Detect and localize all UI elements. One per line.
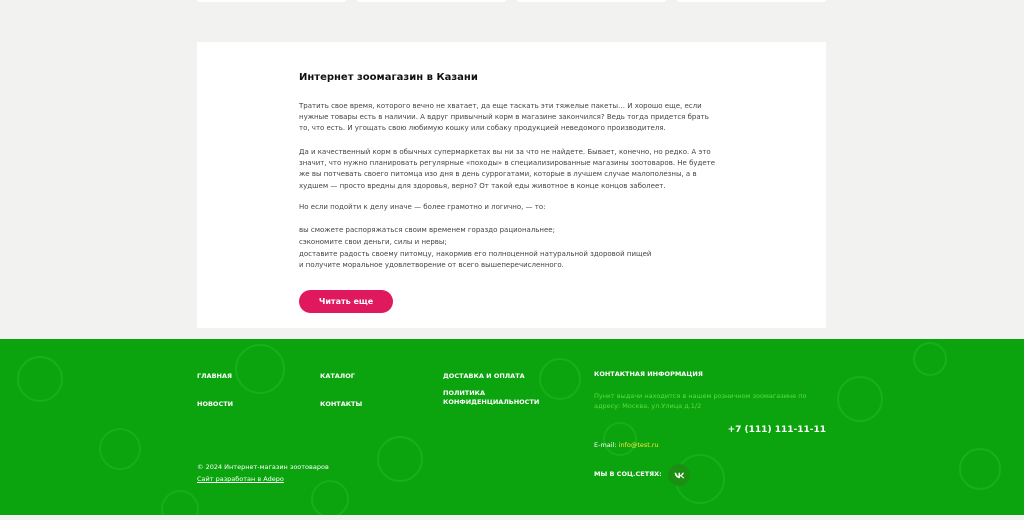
footer-link-home[interactable]: ГЛАВНАЯ: [197, 372, 232, 381]
list-item: сэкономите свои деньги, силы и нервы;: [299, 237, 447, 246]
site-footer: ГЛАВНАЯ КАТАЛОГ ДОСТАВКА И ОПЛАТА НОВОСТ…: [0, 339, 1024, 515]
privacy-line-1: ПОЛИТИКА: [443, 389, 486, 397]
email-label: E-mail:: [594, 441, 619, 449]
read-more-button[interactable]: Читать еще: [299, 290, 393, 313]
footer-link-delivery[interactable]: ДОСТАВКА И ОПЛАТА: [443, 372, 525, 381]
developer-link[interactable]: Сайт разработан в Adepo: [197, 475, 284, 483]
contacts-title: КОНТАКТНАЯ ИНФОРМАЦИЯ: [594, 370, 703, 378]
store-address: Пункт выдачи находится в нашем розничном…: [594, 392, 807, 410]
about-title: Интернет зоомагазин в Казани: [299, 72, 478, 83]
about-paragraph-3: Но если подойти к делу иначе — более гра…: [299, 203, 546, 211]
about-paragraph-2: Да и качественный корм в обычных суперма…: [299, 148, 716, 190]
list-item: доставите радость своему питомцу, накорм…: [299, 249, 652, 258]
vk-glyph: [674, 472, 684, 478]
social-label: МЫ В СОЦ.СЕТЯХ:: [594, 470, 662, 478]
footer-link-news[interactable]: НОВОСТИ: [197, 400, 233, 409]
email-link[interactable]: info@test.ru: [619, 441, 659, 449]
product-card[interactable]: [357, 0, 506, 2]
footer-link-catalog[interactable]: КАТАЛОГ: [320, 372, 355, 381]
product-card[interactable]: [677, 0, 826, 2]
product-card[interactable]: [517, 0, 666, 2]
paw-pattern-background: [17, 342, 1001, 515]
email-row: E-mail: info@test.ru: [594, 441, 659, 449]
about-paragraph-1: Тратить свое время, которого вечно не хв…: [299, 102, 709, 133]
footer-link-contacts[interactable]: КОНТАКТЫ: [320, 400, 362, 409]
about-content: Интернет зоомагазин в Казани Тратить сво…: [299, 72, 721, 269]
list-item: и получите моральное удовлетворение от в…: [299, 261, 564, 270]
bottom-strip: [0, 515, 1024, 520]
privacy-line-2: КОНФИДЕНЦИАЛЬНОСТИ: [443, 398, 540, 406]
phone-link[interactable]: +7 (111) 111-11-11: [728, 425, 826, 435]
vk-icon[interactable]: [668, 464, 690, 486]
list-item: вы сможете распоряжаться своим временем …: [299, 226, 555, 234]
top-cards-row: [197, 0, 826, 2]
product-card[interactable]: [197, 0, 346, 2]
benefits-list: вы сможете распоряжаться своим временем …: [299, 225, 651, 272]
copyright-text: © 2024 Интернет-магазин зоотоваров: [197, 463, 329, 471]
about-section: Интернет зоомагазин в Казани Тратить сво…: [197, 42, 826, 328]
footer-link-privacy[interactable]: ПОЛИТИКА КОНФИДЕНЦИАЛЬНОСТИ: [443, 389, 539, 407]
